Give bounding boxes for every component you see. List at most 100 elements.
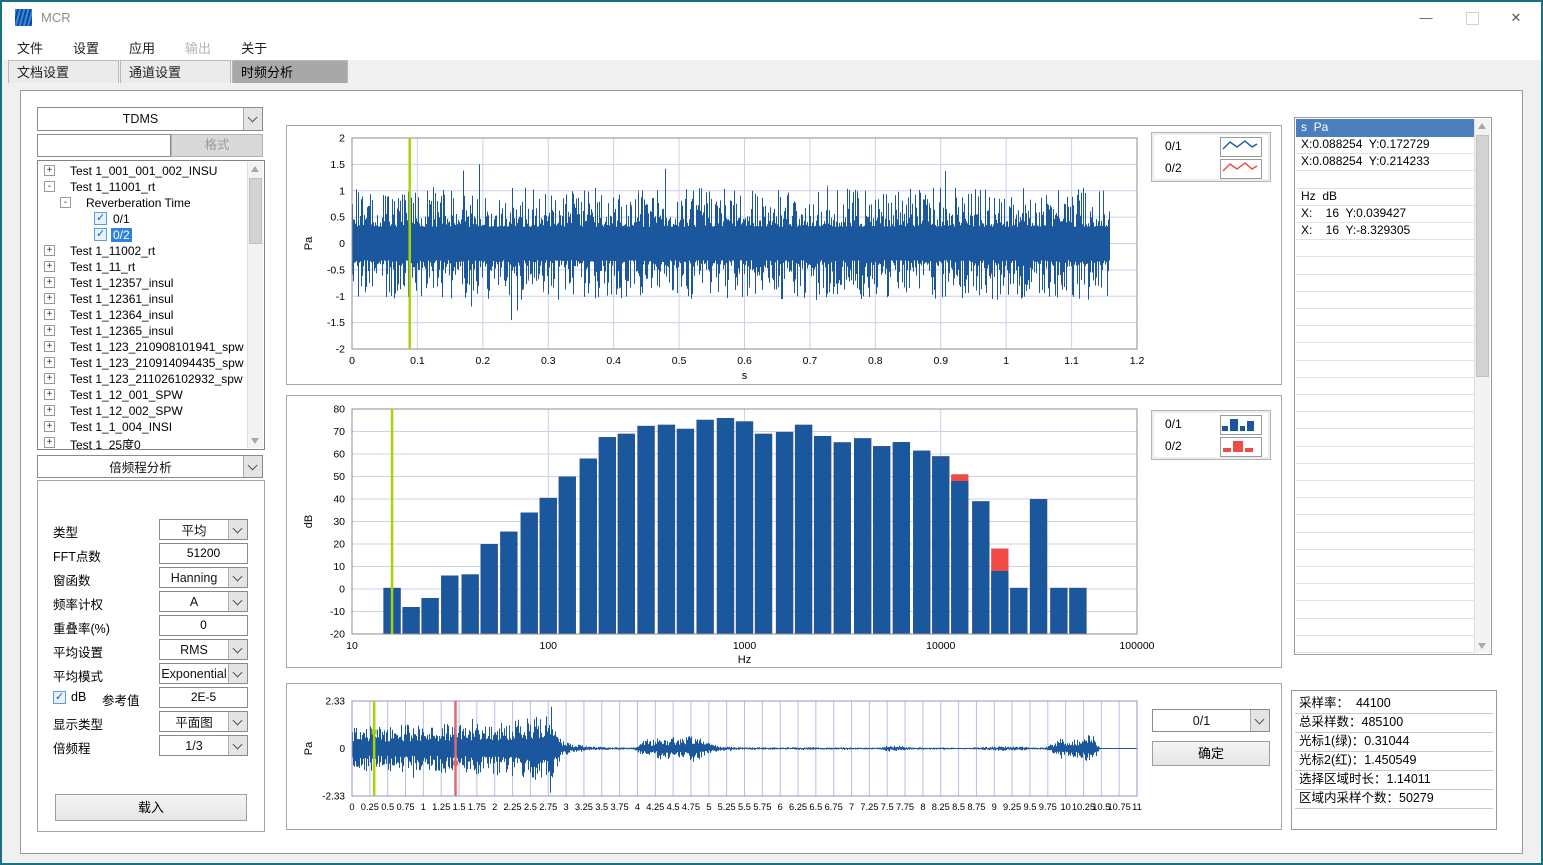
cursor-list-row[interactable] [1296,239,1475,257]
cursor-list-row[interactable] [1296,308,1475,326]
tab-文档设置[interactable]: 文档设置 [8,60,119,83]
field-select-窗函数[interactable]: Hanning [159,567,248,588]
tree-toggle-icon[interactable]: + [44,357,55,368]
tree-toggle-icon[interactable]: + [44,373,55,384]
tree-item[interactable]: +Test 1_123_211026102932_spw [38,371,264,387]
cursor-list-row[interactable] [1296,515,1475,533]
tree-item[interactable]: +Test 1_25度0 [38,435,264,450]
cursor-list-row[interactable] [1296,446,1475,464]
cursor-list-row[interactable] [1296,377,1475,395]
tree-item[interactable]: 0/1 [38,211,264,227]
tree-scrollbar-thumb[interactable] [249,178,262,244]
cursor-list-row[interactable] [1296,583,1475,601]
field-select-倍频程[interactable]: 1/3 [159,735,248,756]
reference-value-input[interactable]: 2E-5 [159,687,248,708]
field-input-FFT点数[interactable]: 51200 [159,543,248,564]
scroll-down-icon[interactable] [248,434,263,448]
tree-toggle-icon[interactable]: + [44,293,55,304]
field-select-平均模式[interactable]: Exponential [159,663,248,684]
cursor-list-row[interactable]: Hz dB [1296,188,1475,206]
tree-item[interactable]: -Reverberation Time [38,195,264,211]
tree-toggle-icon[interactable]: + [44,245,55,256]
tree-item[interactable]: +Test 1_11002_rt [38,243,264,259]
tree-item[interactable]: +Test 1_001_001_002_INSU [38,163,264,179]
close-button[interactable]: ✕ [1499,2,1533,33]
cursor-list-row[interactable] [1296,411,1475,429]
confirm-button[interactable]: 确定 [1152,741,1270,766]
field-input-重叠率(%)[interactable]: 0 [159,615,248,636]
cursor-list-row[interactable] [1296,291,1475,309]
menu-item-应用[interactable]: 应用 [114,33,170,62]
format-filter-input[interactable] [37,134,171,157]
channel-select[interactable]: 0/1 [1152,709,1270,732]
menu-item-设置[interactable]: 设置 [58,33,114,62]
cursor-list-row[interactable] [1296,394,1475,412]
tab-通道设置[interactable]: 通道设置 [120,60,231,83]
tree-toggle-icon[interactable]: + [44,277,55,288]
cursor-list-row[interactable] [1296,429,1475,447]
overview-waveform-chart[interactable]: 00.250.50.7511.251.51.7522.252.52.7533.2… [286,683,1282,830]
cursor-list-row[interactable]: X: 16 Y:0.039427 [1296,205,1475,223]
channel-checkbox[interactable] [94,212,107,225]
tree-toggle-icon[interactable]: + [44,165,55,176]
tree-toggle-icon[interactable]: + [44,261,55,272]
scroll-down-icon[interactable] [1475,639,1490,653]
menu-item-文件[interactable]: 文件 [2,33,58,62]
db-checkbox[interactable] [53,691,66,704]
cursor-list-row[interactable] [1296,549,1475,567]
cursor-list-row[interactable] [1296,325,1475,343]
cursor-list-row[interactable]: X: 16 Y:-8.329305 [1296,222,1475,240]
field-select-显示类型[interactable]: 平面图 [159,711,248,732]
tree-toggle-icon[interactable]: + [44,421,55,432]
menu-item-关于[interactable]: 关于 [226,33,282,62]
cursor-list-row[interactable]: X:0.088254 Y:0.172729 [1296,136,1475,154]
load-button[interactable]: 载入 [55,794,247,821]
file-format-select[interactable]: TDMS [37,107,263,131]
cursor-list-row[interactable] [1296,497,1475,515]
cursor-list-row[interactable] [1296,343,1475,361]
analysis-type-select[interactable]: 倍频程分析 [37,455,263,478]
cursor-list-row[interactable] [1296,532,1475,550]
cursor-list-row[interactable] [1296,274,1475,292]
cursor-list-row[interactable] [1296,257,1475,275]
format-button[interactable]: 格式 [171,134,263,157]
cursor-list-row[interactable] [1296,566,1475,584]
tree-item[interactable]: +Test 1_12364_insul [38,307,264,323]
tree-item[interactable]: +Test 1_123_210908101941_spw [38,339,264,355]
cursor-list-row[interactable] [1296,635,1475,653]
tree-toggle-icon[interactable]: + [44,437,55,448]
spectrum-chart[interactable]: 10100100010000100000-20-1001020304050607… [286,395,1282,668]
list-scrollbar-thumb[interactable] [1476,135,1489,377]
tree-item[interactable]: -Test 1_11001_rt [38,179,264,195]
cursor-list-row[interactable] [1296,601,1475,619]
cursor-list-header[interactable]: s Pa [1296,119,1475,137]
tree-item[interactable]: +Test 1_1_004_INSI [38,419,264,435]
tree-toggle-icon[interactable]: - [44,181,55,192]
field-select-平均设置[interactable]: RMS [159,639,248,660]
maximize-button[interactable] [1455,2,1489,33]
tree-item[interactable]: +Test 1_12_001_SPW [38,387,264,403]
tree-toggle-icon[interactable]: + [44,309,55,320]
cursor-list-row[interactable] [1296,618,1475,636]
cursor-list-row[interactable]: X:0.088254 Y:0.214233 [1296,153,1475,171]
field-select-频率计权[interactable]: A [159,591,248,612]
tree-item[interactable]: +Test 1_11_rt [38,259,264,275]
tree-item[interactable]: +Test 1_123_210914094435_spw [38,355,264,371]
cursor-list-row[interactable] [1296,171,1475,189]
cursor-list-row[interactable] [1296,463,1475,481]
cursor-list-row[interactable] [1296,360,1475,378]
tree-toggle-icon[interactable]: + [44,341,55,352]
minimize-button[interactable]: — [1409,2,1443,33]
time-waveform-chart[interactable]: 00.10.20.30.40.50.60.70.80.911.11.2-2-1.… [286,125,1282,385]
tree-toggle-icon[interactable]: + [44,389,55,400]
tree-toggle-icon[interactable]: + [44,325,55,336]
tab-时频分析[interactable]: 时频分析 [232,60,348,83]
tree-scrollbar[interactable] [247,162,263,448]
tree-item[interactable]: 0/2 [38,227,264,243]
scroll-up-icon[interactable] [1475,119,1490,133]
tree-toggle-icon[interactable]: - [60,197,71,208]
field-select-类型[interactable]: 平均 [159,519,248,540]
scroll-up-icon[interactable] [248,162,263,176]
list-scrollbar[interactable] [1474,119,1490,653]
cursor-list-row[interactable] [1296,480,1475,498]
